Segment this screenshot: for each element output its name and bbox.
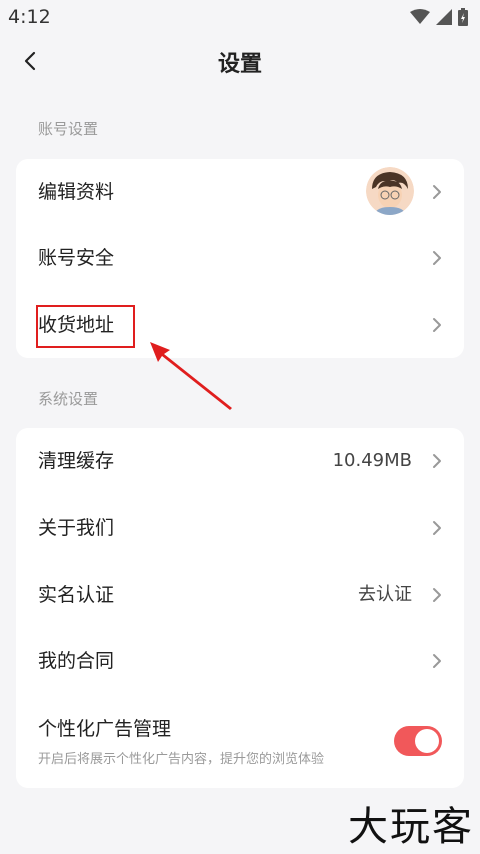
row-clear-cache[interactable]: 清理缓存 10.49MB — [16, 428, 464, 494]
cache-size-value: 10.49MB — [332, 450, 412, 471]
chevron-right-icon — [433, 185, 441, 199]
avatar — [366, 167, 414, 215]
chevron-right-icon — [433, 654, 441, 668]
chevron-right-icon — [433, 454, 441, 468]
wifi-icon — [410, 9, 430, 24]
chevron-right-icon — [433, 318, 441, 332]
annotation-highlight-box — [36, 305, 135, 348]
personalized-ads-toggle[interactable] — [394, 726, 442, 756]
navigation-bar: 设置 — [0, 34, 480, 90]
battery-icon — [458, 8, 468, 26]
verification-status-value: 去认证 — [358, 584, 412, 605]
chevron-right-icon — [433, 251, 441, 265]
page-title: 设置 — [217, 52, 262, 77]
row-label: 清理缓存 — [38, 450, 115, 472]
chevron-right-icon — [433, 588, 441, 602]
row-edit-profile[interactable]: 编辑资料 — [16, 159, 464, 225]
personalized-ads-description: 开启后将展示个性化广告内容，提升您的浏览体验 — [38, 752, 325, 767]
row-personalized-ads: 个性化广告管理 开启后将展示个性化广告内容，提升您的浏览体验 — [16, 700, 464, 780]
status-time: 4:12 — [8, 6, 51, 28]
status-bar: 4:12 — [0, 0, 480, 34]
toggle-knob — [415, 729, 439, 753]
section-title-account: 账号设置 — [38, 120, 99, 138]
row-real-name-verification[interactable]: 实名认证 去认证 — [16, 562, 464, 628]
system-settings-card: 清理缓存 10.49MB 关于我们 实名认证 去认证 我的合同 个性化广告管理 … — [16, 428, 464, 788]
row-my-contracts[interactable]: 我的合同 — [16, 628, 464, 694]
row-label: 关于我们 — [38, 517, 115, 539]
personalized-ads-label: 个性化广告管理 — [38, 718, 172, 740]
section-title-system: 系统设置 — [38, 390, 99, 408]
watermark-logo: 大玩客 — [348, 804, 474, 850]
row-label: 账号安全 — [38, 247, 115, 269]
row-label: 实名认证 — [38, 584, 115, 606]
annotation-arrow-icon — [150, 342, 232, 410]
row-label: 我的合同 — [38, 650, 115, 672]
row-about-us[interactable]: 关于我们 — [16, 495, 464, 561]
status-icons — [410, 8, 468, 26]
chevron-right-icon — [433, 521, 441, 535]
cellular-signal-icon — [436, 9, 452, 25]
row-account-security[interactable]: 账号安全 — [16, 225, 464, 291]
row-label: 编辑资料 — [38, 181, 115, 203]
